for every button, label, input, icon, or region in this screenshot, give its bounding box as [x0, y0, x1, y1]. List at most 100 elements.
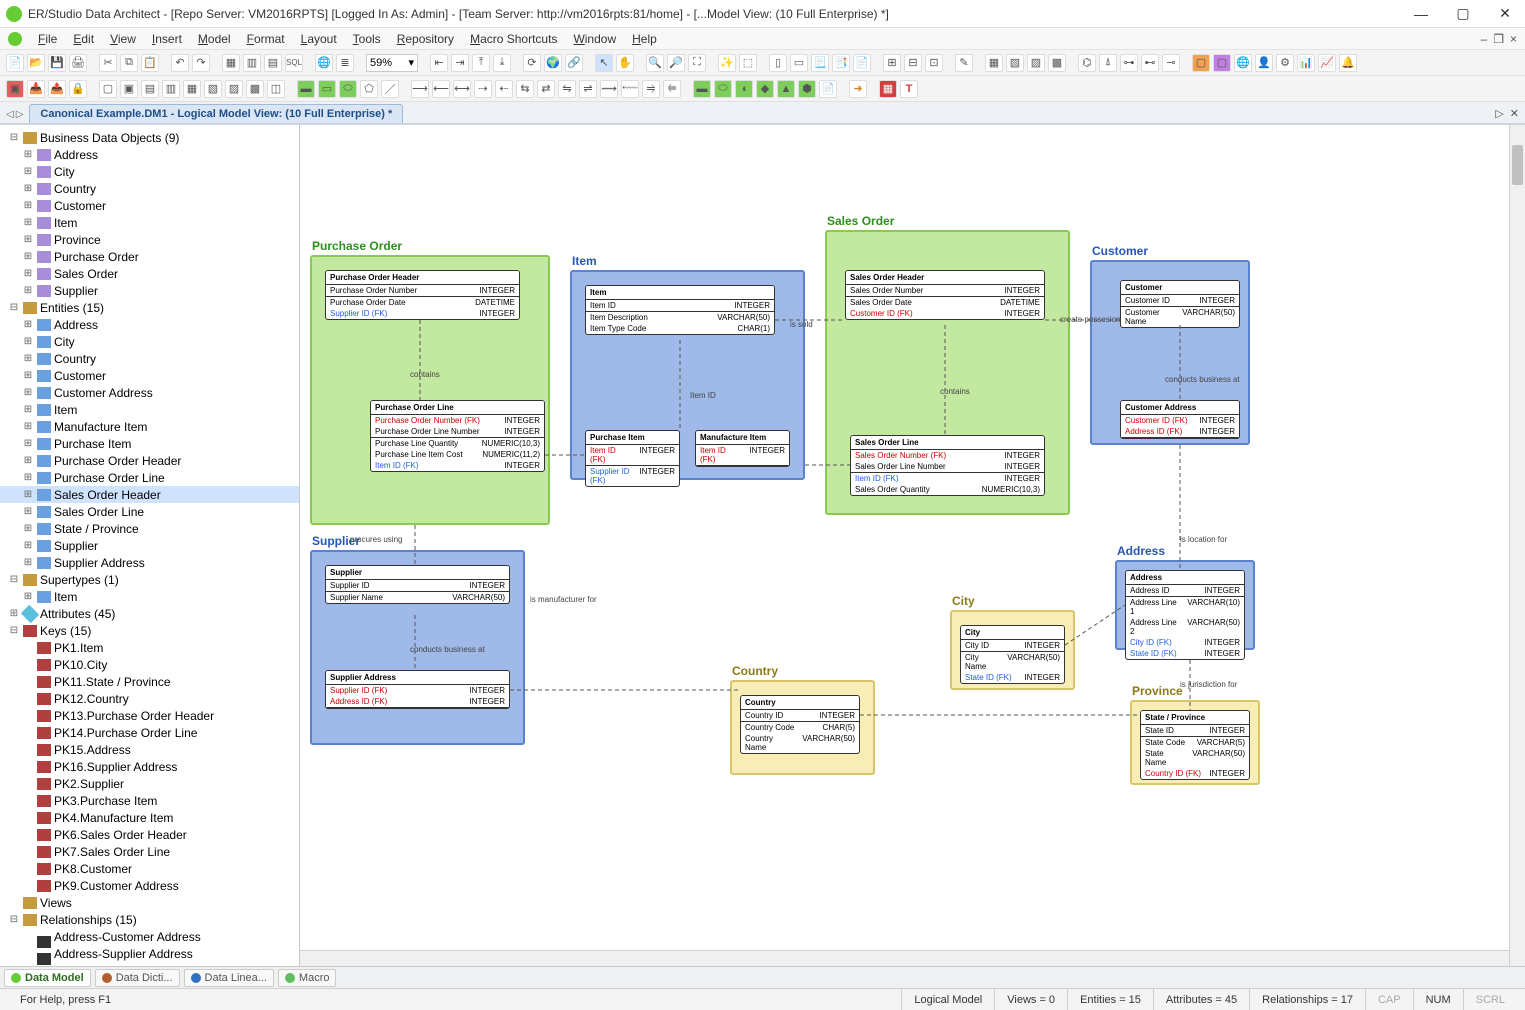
tree-node[interactable]: PK4.Manufacture Item [0, 809, 299, 826]
menu-model[interactable]: Model [190, 30, 239, 48]
repo4-icon[interactable]: 🔒 [69, 80, 87, 98]
shape-ellipse-icon[interactable]: ⬭ [339, 80, 357, 98]
repo2-icon[interactable]: 📥 [27, 80, 45, 98]
note-diamond-icon[interactable]: ◆ [756, 80, 774, 98]
tab-data-dictionary[interactable]: Data Dicti... [95, 969, 180, 987]
tab-data-model[interactable]: Data Model [4, 969, 91, 987]
mdi-minimize[interactable]: – [1481, 32, 1488, 46]
entity-sol[interactable]: Sales Order LineSales Order Number (FK)I… [850, 435, 1045, 496]
note-green-icon[interactable]: ▬ [693, 80, 711, 98]
rel8-icon[interactable]: ⇋ [558, 80, 576, 98]
ts6-icon[interactable]: 🔔 [1339, 54, 1357, 72]
submodel-icon[interactable]: ▥ [243, 54, 261, 72]
note-tri-icon[interactable]: ▲ [777, 80, 795, 98]
tree-node[interactable]: ⊞Item [0, 401, 299, 418]
tree-node[interactable]: PK12.Country [0, 690, 299, 707]
mdi-restore[interactable]: ❐ [1493, 32, 1504, 46]
zoom-in-icon[interactable]: 🔍 [646, 54, 664, 72]
tree-node[interactable]: ⊞Sales Order Line [0, 503, 299, 520]
color2-icon[interactable]: ▢ [1213, 54, 1231, 72]
tree-node[interactable]: ⊞City [0, 333, 299, 350]
rel9-icon[interactable]: ⇌ [579, 80, 597, 98]
maximize-button[interactable]: ▢ [1449, 5, 1477, 22]
tree-node[interactable]: PK9.Customer Address [0, 877, 299, 894]
refresh-icon[interactable]: ⟳ [523, 54, 541, 72]
tree-node[interactable]: ⊞Purchase Order Line [0, 469, 299, 486]
title-icon[interactable]: ▦ [879, 80, 897, 98]
tab-next[interactable]: ▷ [16, 109, 24, 120]
repo7-icon[interactable]: ▤ [141, 80, 159, 98]
tree-node[interactable]: ⊞Province [0, 231, 299, 248]
print-icon[interactable]: 🖨 [69, 54, 87, 72]
entity-soh[interactable]: Sales Order HeaderSales Order NumberINTE… [845, 270, 1045, 320]
tree-node[interactable]: ⊞Address [0, 316, 299, 333]
repo3-icon[interactable]: 📤 [48, 80, 66, 98]
repo10-icon[interactable]: ▧ [204, 80, 222, 98]
menu-layout[interactable]: Layout [293, 30, 345, 48]
layout3-icon[interactable]: ⊡ [925, 54, 943, 72]
menu-file[interactable]: File [30, 30, 65, 48]
tree-node[interactable]: ⊞Sales Order [0, 265, 299, 282]
align-right-icon[interactable]: ⇥ [451, 54, 469, 72]
doc3-icon[interactable]: 📄 [853, 54, 871, 72]
tree-node[interactable]: ⊟Relationships (15) [0, 911, 299, 928]
tree-node[interactable]: ⊞Country [0, 350, 299, 367]
entity-pitem[interactable]: Purchase ItemItem ID (FK)INTEGERSupplier… [585, 430, 680, 487]
menu-tools[interactable]: Tools [345, 30, 389, 48]
repo1-icon[interactable]: ▣ [6, 80, 24, 98]
model-icon[interactable]: ▦ [222, 54, 240, 72]
tree-node[interactable]: PK2.Supplier [0, 775, 299, 792]
menu-help[interactable]: Help [624, 30, 665, 48]
tree-node[interactable]: ⊞Manufacture Item [0, 418, 299, 435]
rel6-icon[interactable]: ⇆ [516, 80, 534, 98]
align-left-icon[interactable]: ⇤ [430, 54, 448, 72]
shape-poly-icon[interactable]: ⬠ [360, 80, 378, 98]
rel3-icon[interactable]: ⟷ [453, 80, 471, 98]
tab3-icon[interactable]: ▨ [1027, 54, 1045, 72]
entity-prov[interactable]: State / ProvinceState IDINTEGERState Cod… [1140, 710, 1250, 780]
note-round-icon[interactable]: ◖ [735, 80, 753, 98]
menu-edit[interactable]: Edit [65, 30, 102, 48]
rel1-icon[interactable]: ⟶ [411, 80, 429, 98]
tree-node[interactable]: PK14.Purchase Order Line [0, 724, 299, 741]
note-hex-icon[interactable]: ⬢ [798, 80, 816, 98]
repo13-icon[interactable]: ◫ [267, 80, 285, 98]
diagram-canvas[interactable]: Purchase OrderItemSales OrderCustomerSup… [300, 125, 1525, 966]
tables-icon[interactable]: ▤ [264, 54, 282, 72]
zoom-out-icon[interactable]: 🔎 [667, 54, 685, 72]
tree-node[interactable]: ⊞State / Province [0, 520, 299, 537]
tree-node[interactable]: PK8.Customer [0, 860, 299, 877]
tree-node[interactable]: ⊟Keys (15) [0, 622, 299, 639]
zoom-fit-icon[interactable]: ⛶ [688, 54, 706, 72]
paste-icon[interactable]: 📋 [141, 54, 159, 72]
undo-icon[interactable]: ↶ [171, 54, 189, 72]
mdi-close[interactable]: × [1510, 32, 1517, 46]
tab-macro[interactable]: Macro [278, 969, 337, 987]
menu-macro-shortcuts[interactable]: Macro Shortcuts [462, 30, 565, 48]
hand-icon[interactable]: ✋ [616, 54, 634, 72]
rel11-icon[interactable]: ⬳ [621, 80, 639, 98]
menu-view[interactable]: View [102, 30, 144, 48]
tree-node[interactable]: ⊞Country [0, 180, 299, 197]
conn1-icon[interactable]: ⊶ [1120, 54, 1138, 72]
connect-icon[interactable]: 🔗 [565, 54, 583, 72]
tree-node[interactable]: ⊟Entities (15) [0, 299, 299, 316]
ent-icon[interactable]: ▯ [769, 54, 787, 72]
conn2-icon[interactable]: ⊷ [1141, 54, 1159, 72]
rel10-icon[interactable]: ⟿ [600, 80, 618, 98]
tab4-icon[interactable]: ▩ [1048, 54, 1066, 72]
menu-repository[interactable]: Repository [389, 30, 462, 48]
menu-window[interactable]: Window [565, 30, 624, 48]
repo5-icon[interactable]: ▢ [99, 80, 117, 98]
arrow2-icon[interactable]: ➜ [849, 80, 867, 98]
tree-node[interactable]: PK15.Address [0, 741, 299, 758]
open-icon[interactable]: 📂 [27, 54, 45, 72]
note-oval-icon[interactable]: ⬭ [714, 80, 732, 98]
note-page-icon[interactable]: 📄 [819, 80, 837, 98]
close-button[interactable]: ✕ [1491, 5, 1519, 22]
tab2-icon[interactable]: ▧ [1006, 54, 1024, 72]
rel4-icon[interactable]: ⇢ [474, 80, 492, 98]
tree-node[interactable]: PK6.Sales Order Header [0, 826, 299, 843]
tree-node[interactable]: PK13.Purchase Order Header [0, 707, 299, 724]
ts4-icon[interactable]: 📊 [1297, 54, 1315, 72]
